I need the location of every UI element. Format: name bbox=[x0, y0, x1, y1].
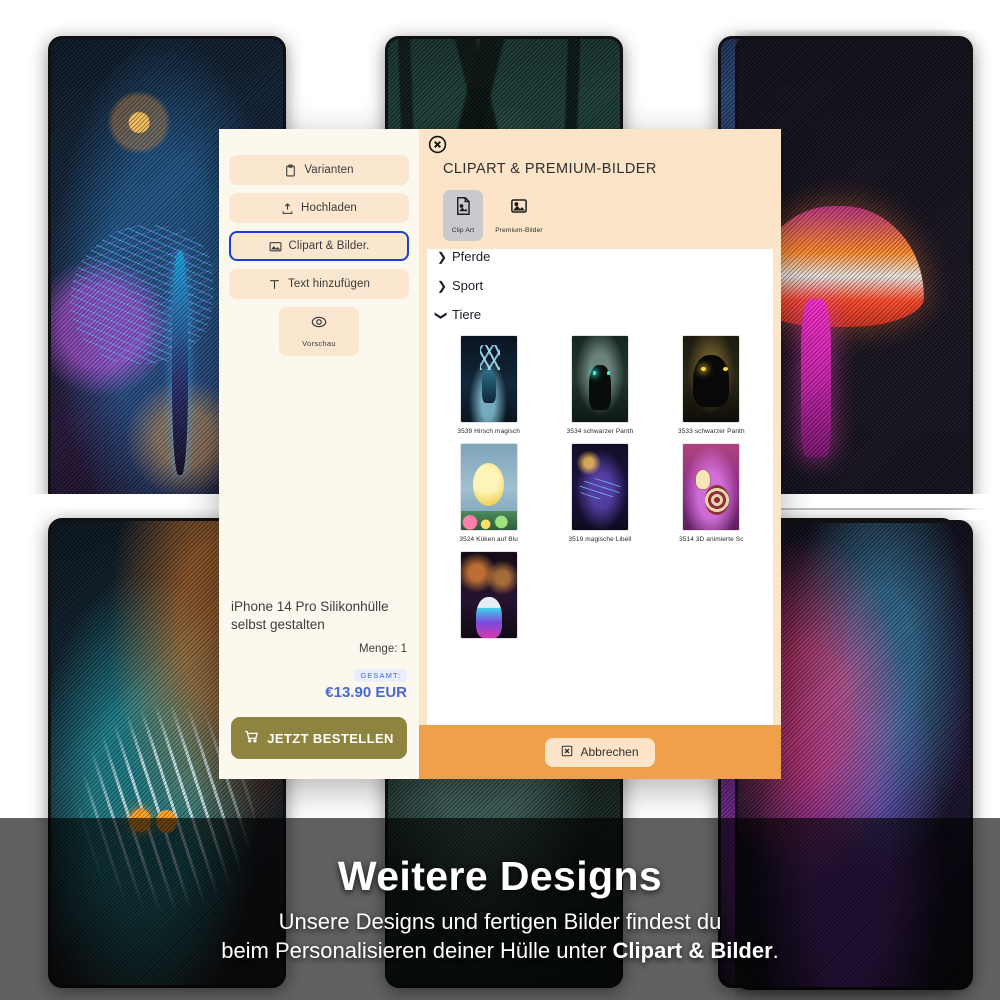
thumbnail-caption: 3524 Küken auf Blu bbox=[459, 536, 518, 543]
sidebar-item-label: Text hinzufügen bbox=[287, 278, 371, 290]
category-row-sport[interactable]: ❯ Sport bbox=[437, 271, 773, 300]
product-info: iPhone 14 Pro Silikonhülle selbst gestal… bbox=[219, 598, 419, 701]
product-title: iPhone 14 Pro Silikonhülle selbst gestal… bbox=[231, 599, 389, 632]
clipart-modal: CLIPART & PREMIUM-BILDER Clip Art Premiu… bbox=[419, 129, 781, 779]
category-list: ❯ Pferde ❯ Sport ❯ Tiere bbox=[427, 249, 773, 329]
eye-icon bbox=[311, 314, 327, 330]
thumbnail-image[interactable] bbox=[459, 335, 518, 423]
quantity-label: Menge: 1 bbox=[359, 643, 407, 655]
thumbnail-caption: 3519 magische Libell bbox=[568, 536, 632, 543]
tool-button-group: Varianten Hochladen Clipart & Bilder. Te… bbox=[219, 129, 419, 356]
banner-title: Weitere Designs bbox=[337, 852, 663, 899]
thumbnail-caption: 3533 schwarzer Panth bbox=[677, 428, 745, 435]
thumbnail-image[interactable] bbox=[682, 335, 741, 423]
tool-sidebar: Varianten Hochladen Clipart & Bilder. Te… bbox=[219, 129, 419, 779]
thumbnail-item[interactable]: 3534 schwarzer Panth bbox=[544, 335, 655, 443]
clipart-body[interactable]: ❯ Pferde ❯ Sport ❯ Tiere 3539 Hirsch mag… bbox=[427, 249, 773, 725]
sidebar-item-varianten[interactable]: Varianten bbox=[229, 155, 409, 185]
close-box-icon bbox=[561, 745, 573, 760]
category-label: Sport bbox=[452, 278, 484, 293]
thumbnail-item[interactable]: 3533 schwarzer Panth bbox=[656, 335, 767, 443]
clipart-tabs: Clip Art Premium-Bilder bbox=[443, 190, 781, 241]
thumbnail-item[interactable]: 3519 magische Libell bbox=[544, 443, 655, 551]
editor-window: Varianten Hochladen Clipart & Bilder. Te… bbox=[219, 129, 781, 779]
category-label: Pferde bbox=[452, 249, 491, 264]
chevron-right-icon: ❯ bbox=[437, 278, 448, 293]
thumbnail-image[interactable] bbox=[570, 443, 629, 531]
file-image-icon bbox=[454, 196, 472, 216]
total-label: GESAMT: bbox=[354, 669, 407, 682]
category-row-tiere[interactable]: ❯ Tiere bbox=[434, 300, 773, 329]
cart-icon bbox=[244, 729, 259, 747]
clipart-header: CLIPART & PREMIUM-BILDER Clip Art Premiu… bbox=[419, 129, 781, 241]
banner-line-1: Unsere Designs und fertigen Bilder finde… bbox=[278, 908, 722, 934]
clipboard-icon bbox=[284, 164, 297, 177]
close-circle-icon[interactable] bbox=[428, 135, 447, 154]
thumbnail-item[interactable]: 3539 Hirsch magisch bbox=[433, 335, 544, 443]
category-label: Tiere bbox=[452, 307, 482, 322]
text-icon bbox=[268, 278, 281, 291]
sidebar-item-hochladen[interactable]: Hochladen bbox=[229, 193, 409, 223]
total-block: GESAMT: €13.90 EUR bbox=[231, 665, 407, 701]
cancel-button-label: Abbrechen bbox=[580, 745, 639, 759]
tab-label: Clip Art bbox=[451, 227, 475, 234]
clipart-footer: Abbrechen bbox=[419, 725, 781, 779]
sidebar-item-label: Clipart & Bilder. bbox=[288, 240, 370, 252]
picture-icon bbox=[510, 196, 528, 216]
thumbnail-image[interactable] bbox=[570, 335, 629, 423]
image-icon bbox=[269, 240, 282, 253]
order-button[interactable]: JETZT BESTELLEN bbox=[231, 717, 407, 759]
preview-button[interactable]: Vorschau bbox=[279, 307, 359, 356]
thumbnail-image[interactable] bbox=[459, 443, 518, 531]
bottom-banner: Weitere Designs Unsere Designs und ferti… bbox=[0, 818, 1000, 1000]
tab-clip-art[interactable]: Clip Art bbox=[443, 190, 483, 241]
thumbnail-caption: 3539 Hirsch magisch bbox=[457, 428, 520, 435]
thumbnail-item-partial[interactable] bbox=[433, 551, 544, 652]
thumbnail-image[interactable] bbox=[682, 443, 741, 531]
tab-label: Premium-Bilder bbox=[495, 227, 543, 234]
sidebar-item-label: Varianten bbox=[304, 164, 354, 176]
banner-line-2-highlight: Clipart & Bilder bbox=[612, 938, 773, 963]
order-button-label: JETZT BESTELLEN bbox=[267, 730, 394, 746]
tab-premium-bilder[interactable]: Premium-Bilder bbox=[487, 190, 551, 241]
clipart-title: CLIPART & PREMIUM-BILDER bbox=[443, 161, 657, 177]
banner-line-2-prefix: beim Personalisieren deiner Hülle unter bbox=[221, 938, 613, 963]
sidebar-item-label: Hochladen bbox=[301, 202, 357, 214]
thumbnail-item[interactable]: 3514 3D animierte Sc bbox=[656, 443, 767, 551]
sidebar-item-text-hinzufuegen[interactable]: Text hinzufügen bbox=[229, 269, 409, 299]
thumbnail-image[interactable] bbox=[459, 551, 518, 639]
thumbnail-grid: 3539 Hirsch magisch 3534 schwarzer Panth… bbox=[427, 329, 773, 652]
category-row-pferde[interactable]: ❯ Pferde bbox=[437, 249, 773, 271]
preview-label: Vorschau bbox=[302, 339, 336, 348]
upload-icon bbox=[281, 202, 294, 215]
chevron-down-icon: ❯ bbox=[434, 310, 449, 321]
thumbnail-item[interactable]: 3524 Küken auf Blu bbox=[433, 443, 544, 551]
banner-line-2: beim Personalisieren deiner Hülle unter … bbox=[221, 936, 779, 965]
sidebar-item-clipart-bilder[interactable]: Clipart & Bilder. bbox=[229, 231, 409, 261]
chevron-right-icon: ❯ bbox=[437, 249, 448, 264]
total-value: €13.90 EUR bbox=[325, 684, 407, 701]
banner-line-2-suffix: . bbox=[772, 938, 779, 963]
cancel-button[interactable]: Abbrechen bbox=[545, 737, 655, 767]
thumbnail-caption: 3514 3D animierte Sc bbox=[679, 536, 744, 543]
thumbnail-caption: 3534 schwarzer Panth bbox=[566, 428, 634, 435]
